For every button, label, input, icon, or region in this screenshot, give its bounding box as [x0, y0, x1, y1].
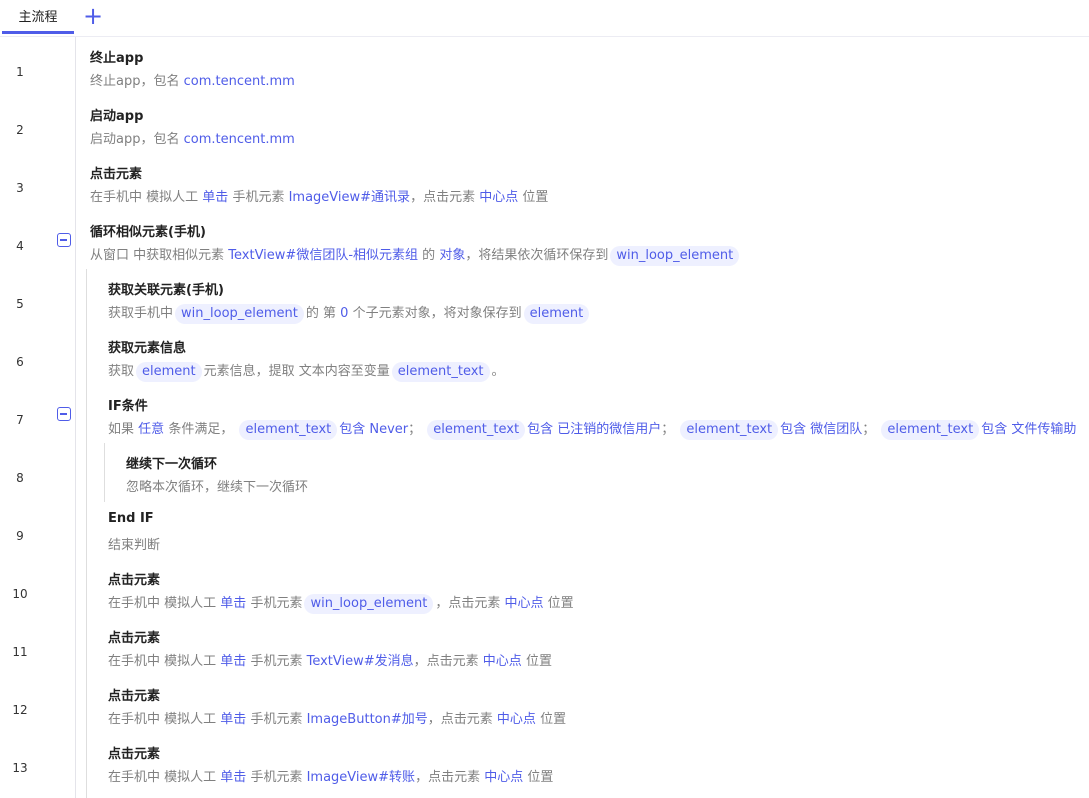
line-number: 5 — [16, 297, 24, 311]
step-title: End IF — [108, 511, 154, 526]
step-row[interactable]: 11 点击元素 在手机中 模拟人工 单击 手机元素 TextView#发消息，点… — [0, 617, 1089, 675]
step-description: 在手机中 模拟人工 单击 手机元素 ImageButton#加号，点击元素 中心… — [108, 712, 567, 727]
step-title: IF条件 — [108, 399, 148, 414]
param-link[interactable]: TextView#发消息 — [307, 654, 414, 669]
step-title: 终止app — [90, 51, 144, 66]
collapse-icon[interactable] — [57, 233, 71, 247]
line-number: 11 — [12, 645, 28, 659]
step-row[interactable]: 8 继续下一次循环 忽略本次循环，继续下一次循环 — [0, 443, 1089, 501]
step-description: 获取手机中 win_loop_element 的 第 0 个子元素对象，将对象保存到… — [108, 302, 591, 324]
param-link[interactable]: 中心点 — [479, 190, 518, 205]
param-link[interactable]: 单击 — [220, 770, 246, 785]
step-row[interactable]: 13 点击元素 在手机中 模拟人工 单击 手机元素 ImageView#转账，点… — [0, 733, 1089, 791]
param-link[interactable]: ImageView#通讯录 — [289, 190, 410, 205]
step-row[interactable]: 4 循环相似元素(手机) 从窗口 中获取相似元素 TextView#微信团队-相… — [0, 211, 1089, 269]
param-value[interactable]: com.tencent.mm — [184, 74, 295, 89]
line-number: 6 — [16, 355, 24, 369]
step-title: 获取元素信息 — [108, 341, 187, 356]
variable-chip[interactable]: element_text — [680, 420, 779, 440]
param-link[interactable]: TextView#微信团队-相似元素组 — [228, 248, 418, 263]
line-number: 7 — [16, 413, 24, 427]
plus-icon: + — [82, 2, 104, 30]
param-link[interactable]: 中心点 — [483, 654, 522, 669]
step-row[interactable]: 5 获取关联元素(手机) 获取手机中 win_loop_element 的 第 0 … — [0, 269, 1089, 327]
step-title: 启动app — [90, 109, 144, 124]
step-title: 点击元素 — [108, 747, 161, 762]
step-description: 启动app，包名 com.tencent.mm — [90, 132, 295, 147]
step-title: 点击元素 — [108, 631, 161, 646]
step-description: 如果 任意 条件满足， element_text 包含 Never； elemen… — [108, 418, 1076, 440]
line-number: 9 — [16, 529, 24, 543]
step-description: 在手机中 模拟人工 单击 手机元素 win_loop_element ，点击元素 中… — [108, 592, 574, 614]
param-link[interactable]: 单击 — [220, 712, 246, 727]
line-number: 8 — [16, 471, 24, 485]
step-description: 获取 element 元素信息，提取 文本内容至变量 element_text。 — [108, 360, 505, 382]
line-number: 4 — [16, 239, 24, 253]
param-link[interactable]: 单击 — [220, 654, 246, 669]
variable-chip[interactable]: element — [523, 304, 590, 324]
line-number: 10 — [12, 587, 28, 601]
tab-bar: 主流程 + — [0, 0, 1089, 37]
line-number: 12 — [12, 703, 28, 717]
variable-chip[interactable]: element_text — [881, 420, 980, 440]
step-row[interactable]: 1 终止app 终止app，包名 com.tencent.mm — [0, 37, 1089, 95]
param-link[interactable]: ImageView#转账 — [307, 770, 415, 785]
tab-main-flow[interactable]: 主流程 — [2, 0, 74, 34]
param-link[interactable]: 单击 — [202, 190, 228, 205]
step-description: 在手机中 模拟人工 单击 手机元素 TextView#发消息，点击元素 中心点 … — [108, 654, 552, 669]
line-number: 1 — [16, 65, 24, 79]
step-description: 忽略本次循环，继续下一次循环 — [126, 480, 309, 495]
param-link[interactable]: 中心点 — [497, 712, 536, 727]
collapse-icon[interactable] — [57, 407, 71, 421]
step-row[interactable]: 9 End IF 结束判断 — [0, 501, 1089, 559]
variable-chip[interactable]: element_text — [427, 420, 526, 440]
variable-chip[interactable]: win_loop_element — [175, 304, 304, 324]
param-value[interactable]: 0 — [340, 306, 348, 321]
step-row[interactable]: 2 启动app 启动app，包名 com.tencent.mm — [0, 95, 1089, 153]
line-number: 2 — [16, 123, 24, 137]
step-title: 点击元素 — [90, 167, 143, 182]
add-tab-button[interactable]: + — [80, 2, 106, 30]
step-title: 继续下一次循环 — [126, 457, 218, 472]
step-description: 结束判断 — [108, 538, 161, 553]
step-row[interactable]: 3 点击元素 在手机中 模拟人工 单击 手机元素 ImageView#通讯录，点… — [0, 153, 1089, 211]
param-link[interactable]: 任意 — [138, 422, 164, 437]
line-number: 13 — [12, 761, 28, 775]
step-title: 循环相似元素(手机) — [90, 225, 206, 240]
variable-chip[interactable]: win_loop_element — [610, 246, 740, 266]
param-link[interactable]: 对象 — [439, 248, 465, 263]
step-title: 点击元素 — [108, 573, 161, 588]
step-description: 在手机中 模拟人工 单击 手机元素 ImageView#通讯录，点击元素 中心点… — [90, 190, 549, 205]
step-title: 获取关联元素(手机) — [108, 283, 224, 298]
param-value[interactable]: com.tencent.mm — [184, 132, 295, 147]
variable-chip[interactable]: element_text — [391, 362, 490, 382]
step-row[interactable]: 7 IF条件 如果 任意 条件满足， element_text 包含 Never；… — [0, 385, 1089, 443]
step-description: 在手机中 模拟人工 单击 手机元素 ImageView#转账，点击元素 中心点 … — [108, 770, 554, 785]
variable-chip[interactable]: win_loop_element — [304, 594, 434, 614]
step-title: 点击元素 — [108, 689, 161, 704]
line-number: 3 — [16, 181, 24, 195]
variable-chip[interactable]: element — [136, 362, 202, 382]
step-row[interactable]: 6 获取元素信息 获取 element 元素信息，提取 文本内容至变量 element… — [0, 327, 1089, 385]
variable-chip[interactable]: element_text — [239, 420, 338, 440]
param-link[interactable]: 中心点 — [484, 770, 523, 785]
param-link[interactable]: 中心点 — [504, 596, 543, 611]
param-link[interactable]: 单击 — [220, 596, 246, 611]
step-row[interactable]: 12 点击元素 在手机中 模拟人工 单击 手机元素 ImageButton#加号… — [0, 675, 1089, 733]
step-row[interactable]: 10 点击元素 在手机中 模拟人工 单击 手机元素 win_loop_elemen… — [0, 559, 1089, 617]
step-description: 终止app，包名 com.tencent.mm — [90, 74, 295, 89]
param-link[interactable]: ImageButton#加号 — [307, 712, 428, 727]
step-description: 从窗口 中获取相似元素 TextView#微信团队-相似元素组 的 对象，将结果… — [90, 244, 741, 266]
